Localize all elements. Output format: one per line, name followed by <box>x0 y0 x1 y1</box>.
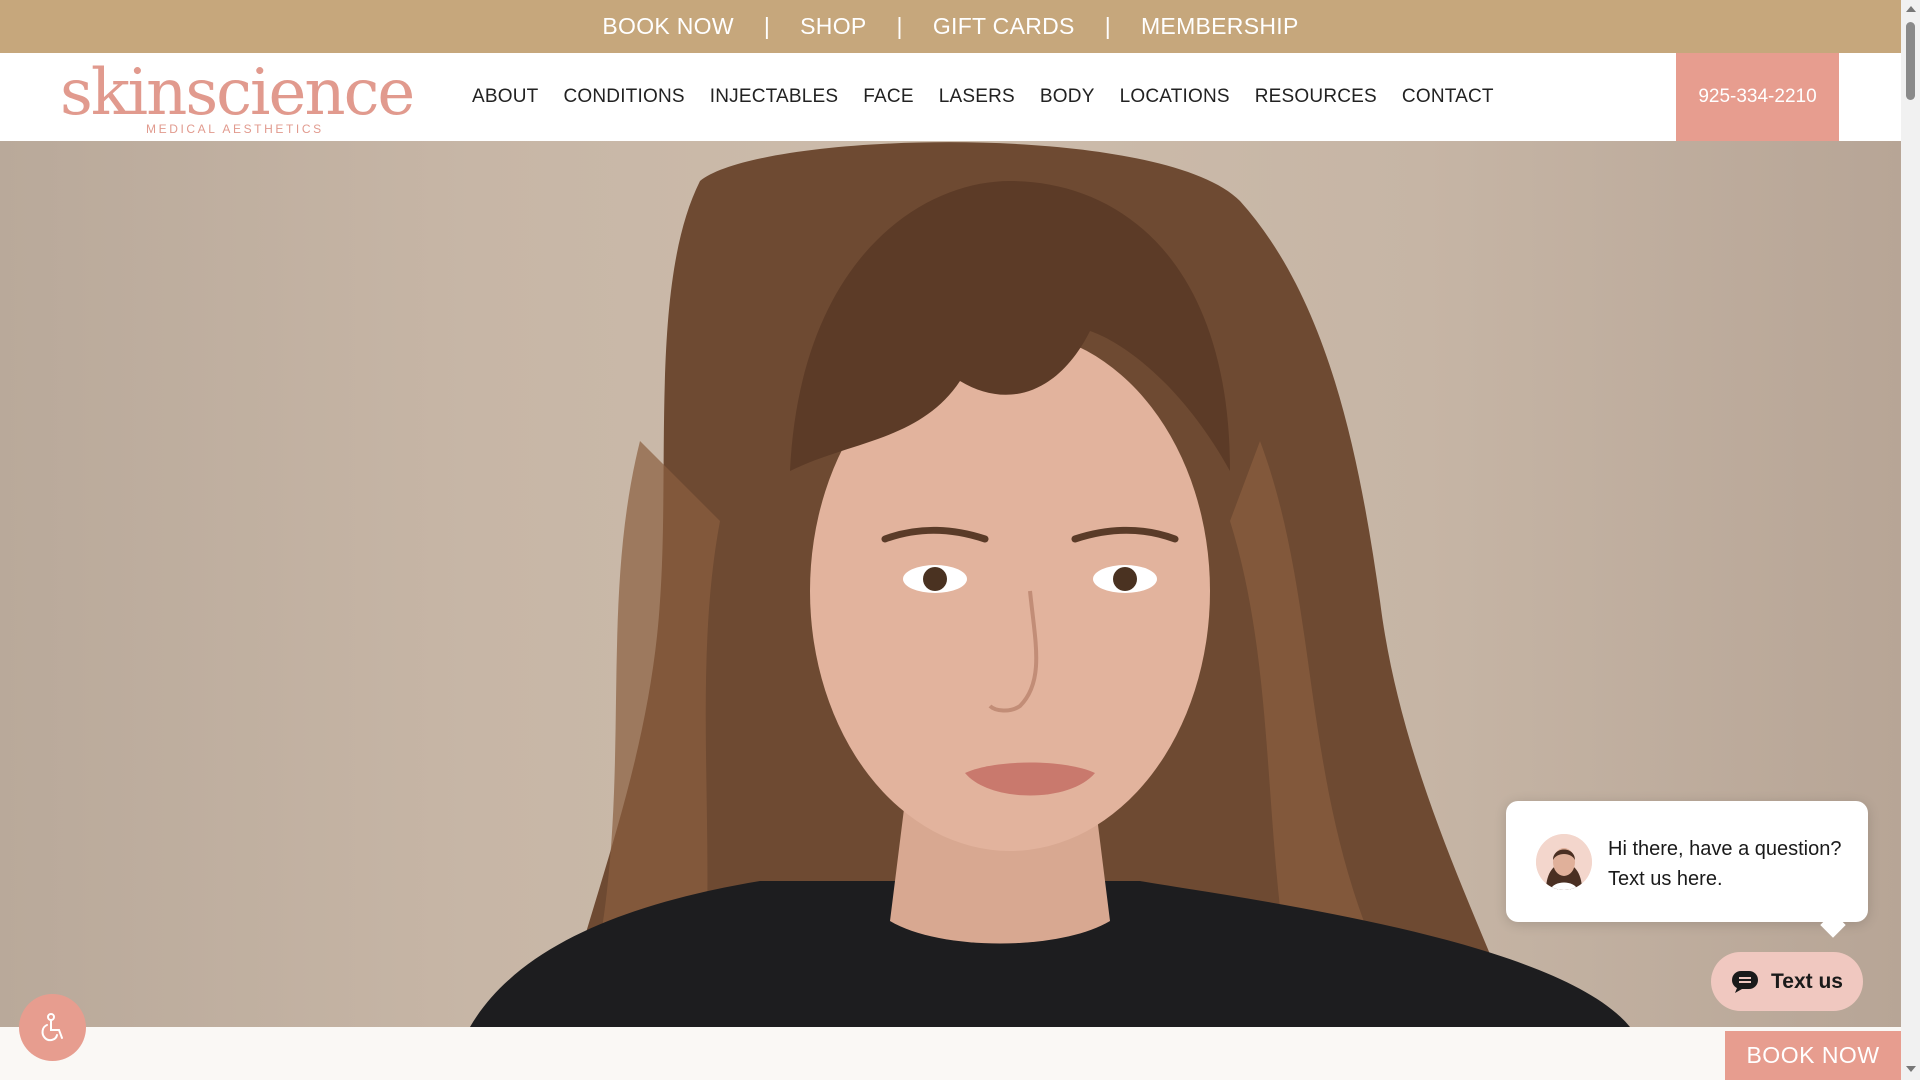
topbar-shop-link[interactable]: SHOP <box>770 13 896 40</box>
chat-agent-avatar <box>1536 834 1592 890</box>
accessibility-button[interactable] <box>19 994 86 1061</box>
top-bar: BOOK NOW | SHOP | GIFT CARDS | MEMBERSHI… <box>0 0 1901 53</box>
avatar-image <box>1536 834 1592 890</box>
phone-button[interactable]: 925-334-2210 <box>1676 53 1839 141</box>
scroll-thumb[interactable] <box>1906 22 1915 100</box>
text-us-label: Text us <box>1771 969 1843 993</box>
main-nav: ABOUT CONDITIONS INJECTABLES FACE LASERS… <box>472 53 1519 141</box>
nav-injectables[interactable]: INJECTABLES <box>710 86 839 108</box>
topbar-membership-link[interactable]: MEMBERSHIP <box>1111 13 1329 40</box>
nav-resources[interactable]: RESOURCES <box>1255 86 1377 108</box>
nav-about[interactable]: ABOUT <box>472 86 538 108</box>
nav-locations[interactable]: LOCATIONS <box>1120 86 1230 108</box>
nav-conditions[interactable]: CONDITIONS <box>563 86 684 108</box>
topbar-book-now-link[interactable]: BOOK NOW <box>572 13 763 40</box>
nav-contact[interactable]: CONTACT <box>1402 86 1494 108</box>
chat-message: Hi there, have a question? Text us here. <box>1608 838 1842 890</box>
logo-wordmark: skinscience <box>60 56 415 130</box>
book-now-button[interactable]: BOOK NOW <box>1725 1031 1901 1080</box>
accessibility-icon <box>41 1012 63 1041</box>
chat-popup[interactable]: Hi there, have a question? Text us here. <box>1506 801 1868 938</box>
topbar-gift-cards-link[interactable]: GIFT CARDS <box>903 13 1105 40</box>
logo[interactable]: skinscience MEDICAL AESTHETICS <box>60 56 415 137</box>
nav-body[interactable]: BODY <box>1040 86 1095 108</box>
scroll-up-arrow[interactable] <box>1906 6 1916 12</box>
scroll-down-arrow[interactable] <box>1906 1066 1916 1072</box>
logo-tagline: MEDICAL AESTHETICS <box>146 122 324 136</box>
text-us-button[interactable]: Text us <box>1711 952 1863 1011</box>
nav-face[interactable]: FACE <box>863 86 913 108</box>
site-header: skinscience MEDICAL AESTHETICS ABOUT CON… <box>0 53 1901 141</box>
nav-lasers[interactable]: LASERS <box>939 86 1015 108</box>
chat-icon <box>1732 970 1759 993</box>
page-scrollbar[interactable] <box>1901 0 1920 1080</box>
